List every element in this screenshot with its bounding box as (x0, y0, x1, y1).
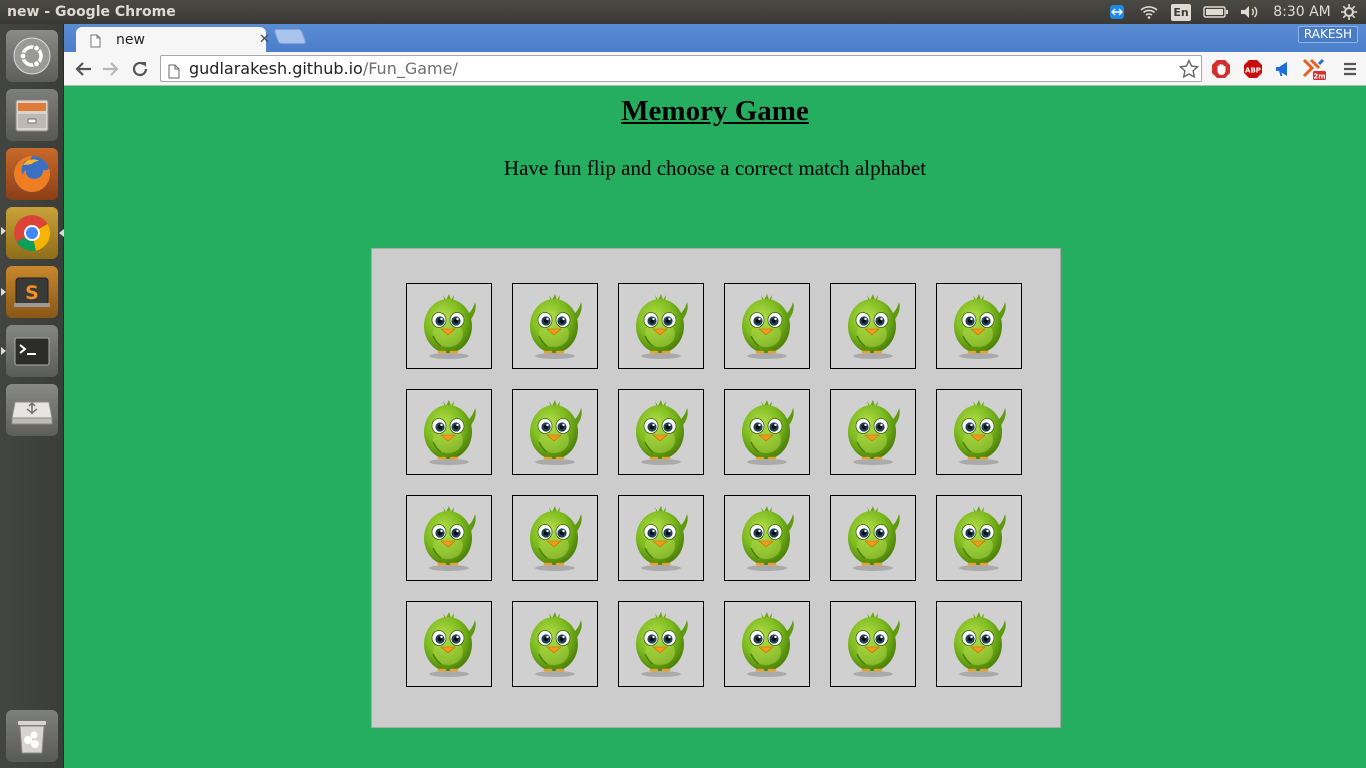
url-text: gudlarakesh.github.io/Fun_Game/ (189, 56, 458, 81)
terminal-icon[interactable] (6, 325, 58, 377)
memory-card[interactable] (406, 389, 492, 475)
memory-card[interactable] (618, 283, 704, 369)
bird-icon (411, 604, 487, 684)
memory-card[interactable] (936, 495, 1022, 581)
bird-icon (941, 286, 1017, 366)
browser-toolbar: gudlarakesh.github.io/Fun_Game/ ABP 2m (64, 52, 1366, 86)
ubuntu-dash-icon[interactable] (6, 30, 58, 82)
teamviewer-icon[interactable] (1108, 0, 1126, 24)
memory-card[interactable] (512, 495, 598, 581)
memory-card[interactable] (830, 389, 916, 475)
bird-icon (835, 392, 911, 472)
chrome-icon[interactable] (6, 207, 58, 259)
stop-extension-icon[interactable] (1210, 58, 1232, 80)
sublime-text-icon[interactable]: S (6, 266, 58, 318)
memory-card[interactable] (512, 601, 598, 687)
system-settings-icon[interactable] (1339, 0, 1359, 24)
firefox-icon[interactable] (6, 148, 58, 200)
card-grid (406, 283, 1022, 687)
memory-card[interactable] (936, 283, 1022, 369)
svg-text:S: S (25, 282, 39, 304)
memory-card[interactable] (406, 495, 492, 581)
bird-icon (411, 392, 487, 472)
page-info-icon[interactable] (168, 61, 180, 86)
usb-drive-icon[interactable] (6, 384, 58, 436)
memory-card[interactable] (618, 389, 704, 475)
bird-icon (835, 498, 911, 578)
address-bar[interactable]: gudlarakesh.github.io/Fun_Game/ (160, 55, 1202, 82)
new-tab-button[interactable] (273, 29, 307, 44)
clock[interactable]: 8:30 AM (1272, 0, 1332, 24)
chrome-menu-icon[interactable] (1339, 58, 1361, 80)
memory-card[interactable] (512, 389, 598, 475)
trash-icon[interactable] (6, 710, 58, 762)
memory-card[interactable] (936, 389, 1022, 475)
memory-card[interactable] (724, 283, 810, 369)
bird-icon (411, 498, 487, 578)
bird-icon (729, 286, 805, 366)
memory-card[interactable] (618, 495, 704, 581)
bird-icon (941, 604, 1017, 684)
running-indicator (1, 227, 6, 235)
profile-button[interactable]: RAKESH (1298, 26, 1358, 43)
page-subtitle: Have fun flip and choose a correct match… (503, 156, 927, 180)
url-host: gudlarakesh.github.io (189, 59, 363, 78)
bird-icon (729, 392, 805, 472)
page-title: Memory Game (621, 95, 809, 127)
browser-window: new ✕ RAKESH gudlarakesh.github.io/Fun_G… (64, 24, 1366, 86)
forward-icon[interactable] (99, 57, 123, 81)
bird-icon (623, 498, 699, 578)
game-board (371, 248, 1061, 728)
volume-icon[interactable] (1238, 0, 1262, 24)
keyboard-language-indicator[interactable]: En (1171, 4, 1191, 21)
svg-text:ABP: ABP (1245, 67, 1261, 75)
memory-card[interactable] (724, 495, 810, 581)
tab-title: new (116, 32, 145, 48)
bird-icon (517, 392, 593, 472)
bookmark-star-icon[interactable] (1178, 58, 1200, 86)
tab-active[interactable]: new ✕ (76, 27, 270, 53)
clipboard-extension-icon[interactable]: 2m (1301, 58, 1327, 80)
memory-card[interactable] (830, 601, 916, 687)
reload-icon[interactable] (128, 57, 152, 81)
bird-icon (623, 604, 699, 684)
memory-card[interactable] (830, 495, 916, 581)
unity-launcher: S (0, 24, 64, 768)
running-indicator (1, 288, 6, 296)
adblock-plus-icon[interactable]: ABP (1242, 58, 1264, 80)
url-path: /Fun_Game/ (362, 59, 458, 78)
bird-icon (411, 286, 487, 366)
memory-card[interactable] (512, 283, 598, 369)
bird-icon (835, 286, 911, 366)
bird-icon (517, 498, 593, 578)
bird-icon (517, 604, 593, 684)
files-icon[interactable] (6, 89, 58, 141)
memory-card[interactable] (830, 283, 916, 369)
back-icon[interactable] (71, 57, 95, 81)
os-top-panel: new - Google Chrome En 8:30 AM (0, 0, 1366, 24)
memory-card[interactable] (724, 601, 810, 687)
web-page: Memory Game Have fun flip and choose a c… (64, 86, 1366, 768)
memory-card[interactable] (406, 601, 492, 687)
wifi-icon[interactable] (1138, 0, 1160, 24)
extension-badge: 2m (1313, 73, 1325, 81)
battery-icon[interactable] (1202, 0, 1230, 24)
memory-card[interactable] (618, 601, 704, 687)
memory-card[interactable] (406, 283, 492, 369)
bird-icon (835, 604, 911, 684)
bird-icon (941, 498, 1017, 578)
tab-strip: new ✕ RAKESH (64, 24, 1366, 53)
window-title: new - Google Chrome (7, 4, 176, 20)
announce-extension-icon[interactable] (1272, 58, 1294, 80)
bird-icon (729, 498, 805, 578)
bird-icon (623, 286, 699, 366)
bird-icon (941, 392, 1017, 472)
memory-card[interactable] (936, 601, 1022, 687)
tab-close-icon[interactable]: ✕ (259, 28, 270, 52)
bird-icon (517, 286, 593, 366)
memory-card[interactable] (724, 389, 810, 475)
bird-icon (623, 392, 699, 472)
bird-icon (729, 604, 805, 684)
running-indicator (1, 347, 6, 355)
